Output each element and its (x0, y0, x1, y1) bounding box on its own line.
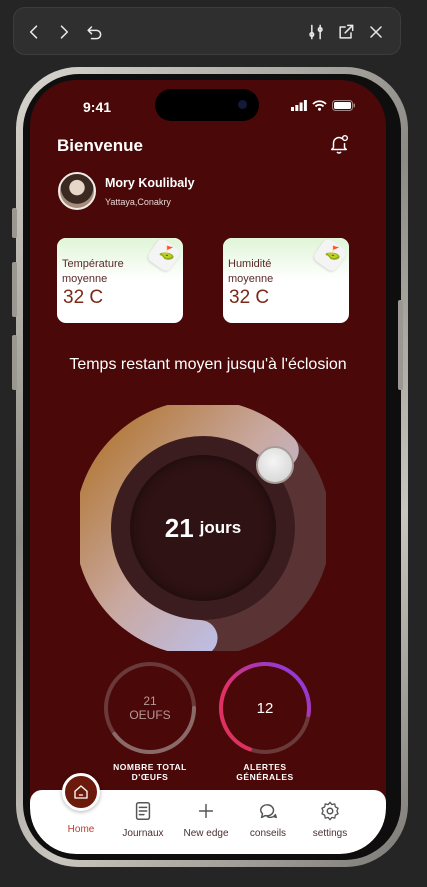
temperature-card[interactable]: ⛳ Température moyenne 32 C (57, 238, 183, 323)
tab-journaux[interactable]: Journaux (108, 800, 178, 839)
status-time: 9:41 (83, 99, 112, 115)
avatar[interactable] (58, 172, 96, 210)
journal-icon (135, 802, 151, 820)
phone-side-button (12, 262, 17, 317)
gear-icon (321, 801, 339, 821)
status-bar: 9:41 (30, 80, 386, 132)
dynamic-island (155, 89, 259, 121)
alerts-caption: ALERTES GÉNÉRALES (236, 762, 294, 782)
wifi-icon (312, 100, 327, 111)
humidity-card[interactable]: ⛳ Humidité moyenne 32 C (223, 238, 349, 323)
card-label: Humidité moyenne (228, 258, 274, 285)
countdown-number: 21 (164, 512, 194, 543)
card-label: Température moyenne (62, 258, 124, 285)
eggs-caption: NOMBRE TOTAL D'ŒUFS (113, 762, 187, 782)
countdown-value: 21 jours (80, 405, 326, 651)
tab-home[interactable]: Home (46, 773, 116, 835)
section-title: Temps restant moyen jusqu'à l'éclosion (69, 356, 347, 373)
card-value: 32 C (229, 287, 270, 308)
phone-side-button (12, 208, 17, 238)
open-external-icon[interactable] (334, 20, 358, 44)
status-icons (291, 100, 356, 111)
forward-arrow-icon[interactable] (52, 20, 76, 44)
user-location: Yattaya,Conakry (105, 197, 171, 207)
home-icon (74, 785, 88, 799)
tab-settings[interactable]: settings (295, 800, 365, 839)
browser-toolbar (13, 7, 401, 55)
countdown-unit: jours (199, 518, 242, 537)
plus-icon (198, 803, 214, 819)
chat-icon (259, 804, 277, 819)
countdown-dial: 21 jours (80, 405, 326, 651)
tab-label: settings (312, 828, 348, 839)
close-icon[interactable] (364, 20, 388, 44)
tab-label: New edge (183, 828, 229, 839)
eggs-stat-text: 21 OEUFS (102, 660, 198, 756)
bottom-tab-bar: Home Journaux New edge conseils settings (30, 773, 386, 854)
battery-icon (332, 100, 355, 111)
app-screen: 9:41 Bienvenue Mory Koulibaly Yattaya,Co… (30, 80, 386, 854)
eggs-count: 21 (143, 694, 157, 708)
back-arrow-icon[interactable] (22, 20, 46, 44)
tab-label: Journaux (122, 828, 164, 839)
user-name: Mory Koulibaly (105, 176, 195, 190)
signal-icon (291, 100, 307, 111)
home-bubble (62, 773, 100, 811)
reload-icon[interactable] (82, 20, 106, 44)
alerts-count: 12 (256, 699, 274, 717)
camera-dot (238, 100, 247, 109)
sliders-icon[interactable] (304, 20, 328, 44)
notification-bell-icon[interactable] (328, 133, 350, 155)
page-title: Bienvenue (57, 136, 143, 155)
tab-conseils[interactable]: conseils (233, 800, 303, 839)
tab-label: Home (67, 824, 95, 835)
flag-icon: ⛳ (158, 245, 175, 260)
eggs-unit: OEUFS (129, 708, 171, 722)
alerts-stat-text: 12 (217, 660, 313, 756)
phone-side-button (12, 335, 17, 390)
phone-side-button (398, 300, 403, 390)
tab-new-edge[interactable]: New edge (171, 800, 241, 839)
alerts-stat[interactable]: 12 (217, 660, 313, 756)
flag-icon: ⛳ (324, 245, 341, 260)
tab-label: conseils (249, 828, 287, 839)
card-value: 32 C (63, 287, 104, 308)
eggs-stat[interactable]: 21 OEUFS (102, 660, 198, 756)
